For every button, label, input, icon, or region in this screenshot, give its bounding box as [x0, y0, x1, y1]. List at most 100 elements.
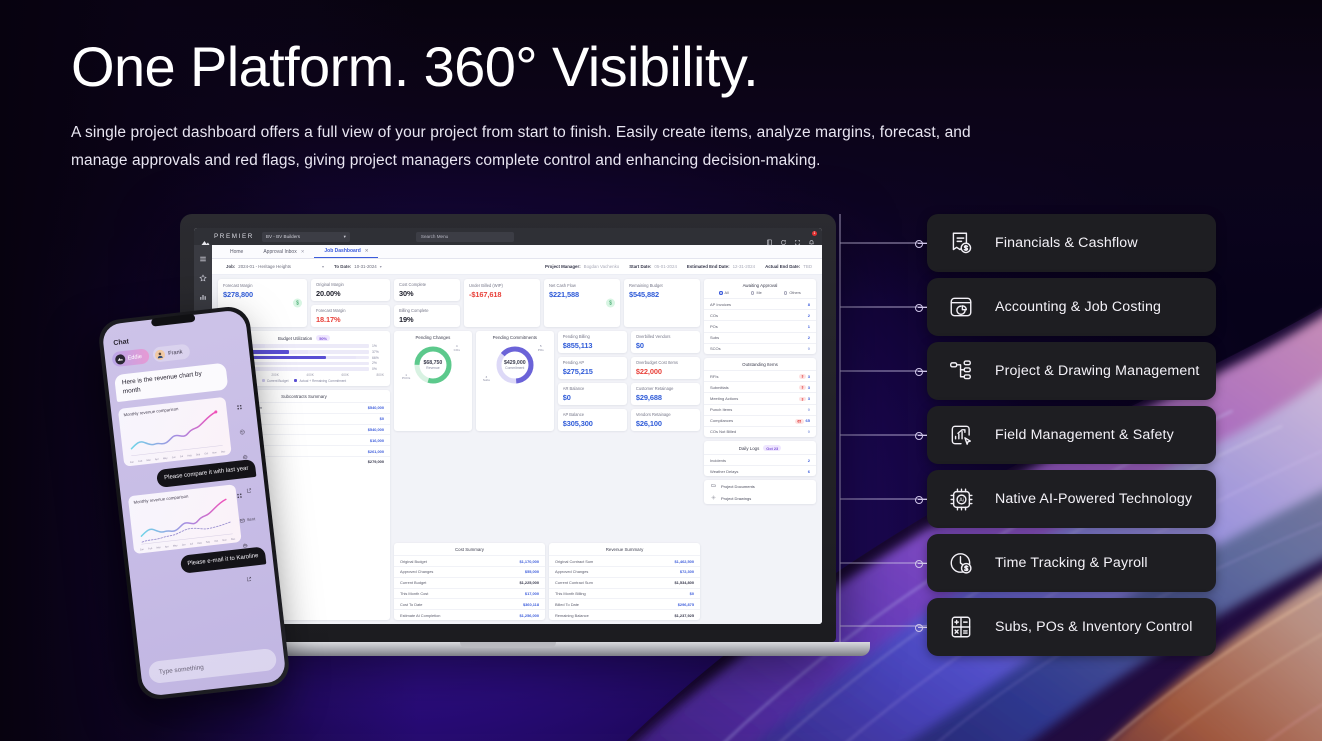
list-item[interactable]: Incidents 2 [704, 454, 816, 465]
star-icon[interactable] [199, 269, 207, 282]
kpi-forecast-margin-pct: Forecast Margin 18.17% [311, 305, 390, 327]
legend-label: Current Budget [266, 378, 289, 383]
to-date-filter[interactable]: To Date: 10-31-2024 ▾ [334, 264, 382, 269]
emoji-icon[interactable] [238, 422, 246, 441]
x-tick: Mar [146, 458, 151, 463]
list-item[interactable]: Submittals 3 3 [704, 381, 816, 392]
feature-card-subs-pos-inventory-control[interactable]: Subs, POs & Inventory Control [915, 598, 1216, 656]
share-icon[interactable] [245, 568, 263, 588]
kpi-value: $26,100 [635, 419, 662, 428]
kpi-value: $275,215 [562, 367, 593, 376]
connector-endpoint [915, 240, 927, 248]
bell-icon[interactable]: 1 [808, 231, 817, 246]
chat-input[interactable]: Type something [147, 647, 278, 685]
robot-icon[interactable] [241, 447, 249, 466]
chart-title: Pending Changes [415, 335, 451, 340]
pm-value: Bogdan Vachenko [583, 264, 620, 269]
feature-card-accounting-job-costing[interactable]: Accounting & Job Costing [915, 278, 1216, 336]
link-project-drawings[interactable]: Project Drawings [704, 492, 816, 504]
row-count: 3 [807, 395, 810, 401]
list-item[interactable]: RFIs 3 3 [704, 369, 816, 381]
pending-changes-chart: Pending Changes $68,750 Revenue 4 COs 1 … [394, 331, 472, 431]
kpi-overbudget-cost-items: Overbudget Cost Items $22,000 [630, 357, 700, 379]
row-counts: 33 [799, 395, 810, 402]
bar-track [242, 344, 369, 348]
feature-label: Time Tracking & Payroll [995, 555, 1148, 571]
participant-chip-frank[interactable]: Frank [151, 343, 191, 363]
bar-value: 66% [372, 355, 379, 360]
list-item[interactable]: Subs 2 [704, 331, 816, 343]
menu-icon[interactable] [199, 250, 207, 262]
bar-value: 1% [372, 344, 377, 348]
kpi-row-2: Cost Complete 30% Billing Complete 19% U… [394, 279, 700, 327]
approval-filter-radios: All Me Others [704, 291, 816, 298]
grid-icon[interactable] [235, 397, 243, 416]
legend-item-budget: Current Budget [261, 378, 289, 383]
hero-subtitle-line-1: A single project dashboard offers a full… [71, 123, 941, 141]
donut-chart: $68,750 Revenue 4 COs 1 PCOs [400, 343, 466, 387]
table-row: Current Contract Sum $1,534,800 [549, 576, 700, 588]
kpi-value: 20.00% [316, 289, 341, 298]
list-item[interactable]: Weather Delays 6 [704, 465, 816, 476]
feature-card-time-tracking-payroll[interactable]: Time Tracking & Payroll [915, 534, 1216, 592]
row-label: Billed To Date [555, 601, 579, 607]
estimated-end-date-field: Estimated End Date: 12-31-2024 [687, 264, 755, 269]
book-icon[interactable] [766, 233, 773, 246]
radio-others[interactable]: Others [784, 291, 801, 295]
tab-home[interactable]: Home [220, 249, 253, 258]
card-title: Daily Logs Oct 23 [704, 441, 816, 454]
link-project-documents[interactable]: Project Documents [704, 480, 816, 492]
radio-me[interactable]: Me [751, 291, 762, 295]
row-label: This Month Billing [555, 591, 586, 597]
topbar-icon-group: 1 [766, 231, 817, 246]
robot-icon[interactable] [241, 534, 259, 554]
start-date-field: Start Date: 05-01-2024 [629, 264, 677, 269]
avatar [114, 353, 126, 365]
row-label: AP Invoices [710, 301, 732, 307]
overdue-badge: 3 [799, 396, 806, 402]
refresh-icon[interactable] [780, 233, 787, 245]
row-value: $1,225,000 [519, 580, 539, 586]
feature-card-field-management-safety[interactable]: Field Management & Safety [915, 406, 1216, 464]
chat-chart-card: Monthly revenue comparison Jan Feb Mar A… [117, 397, 252, 494]
row-label: Original Contract Sum [555, 558, 594, 564]
expand-icon[interactable] [794, 233, 801, 245]
kpi-overbilled-vendors: Overbilled Vendors $0 [630, 331, 700, 353]
row-value: $1,462,500 [674, 558, 694, 564]
chart-cursor-icon [944, 418, 978, 452]
feature-card-native-ai-powered-technology[interactable]: Ai Native AI-Powered Technology [915, 470, 1216, 528]
list-item[interactable]: POs 1 [704, 320, 816, 331]
close-icon[interactable]: ✕ [301, 249, 305, 255]
segment-label: PCOs [402, 376, 411, 381]
row-label: COs [710, 312, 718, 318]
bar-chart-icon[interactable] [199, 288, 207, 300]
list-item[interactable]: COs Not Billed 0 [704, 425, 816, 437]
participant-chip-eddie[interactable]: Eddie [111, 348, 150, 368]
search-menu-input[interactable]: Search Menu [415, 231, 514, 242]
list-item[interactable]: Punch Items 0 [704, 403, 816, 415]
table-row: Current Budget $1,225,000 [394, 576, 545, 588]
row-label: Punch Items [710, 407, 733, 413]
feature-label: Financials & Cashflow [995, 235, 1138, 251]
list-item[interactable]: AP Invoices 8 [704, 298, 816, 309]
x-tick: 200K [271, 372, 279, 377]
org-selector[interactable]: BV - BV Builders ▾ [261, 231, 350, 242]
row-count: 2 [807, 335, 810, 341]
radio-label: Others [789, 291, 801, 295]
brand: PREMIER [201, 233, 254, 245]
list-item[interactable]: Compliances 65 65 [704, 414, 816, 426]
feature-card-financials-cashflow[interactable]: Financials & Cashflow [915, 214, 1216, 272]
tab-job-dashboard[interactable]: Job Dashboard ✕ [314, 248, 379, 258]
grid-icon[interactable] [235, 485, 253, 505]
list-item[interactable]: SCOs 0 [704, 342, 816, 354]
segment-label: Subs [482, 378, 490, 383]
kpi-label: Customer Retainage [635, 386, 674, 391]
radio-all[interactable]: All [719, 291, 729, 295]
tab-approval-inbox[interactable]: Approval Inbox ✕ [253, 249, 314, 258]
list-item[interactable]: Meeting Actions 3 3 [704, 392, 816, 403]
feature-card-project-drawing-management[interactable]: Project & Drawing Management [915, 342, 1216, 400]
list-item[interactable]: COs 2 [704, 309, 816, 320]
table-row: Cost To Date $360,118 [394, 598, 545, 609]
close-icon[interactable]: ✕ [365, 248, 369, 254]
job-filter[interactable]: Job: 2024-01 - Heritage Heights ▾ [226, 264, 324, 269]
